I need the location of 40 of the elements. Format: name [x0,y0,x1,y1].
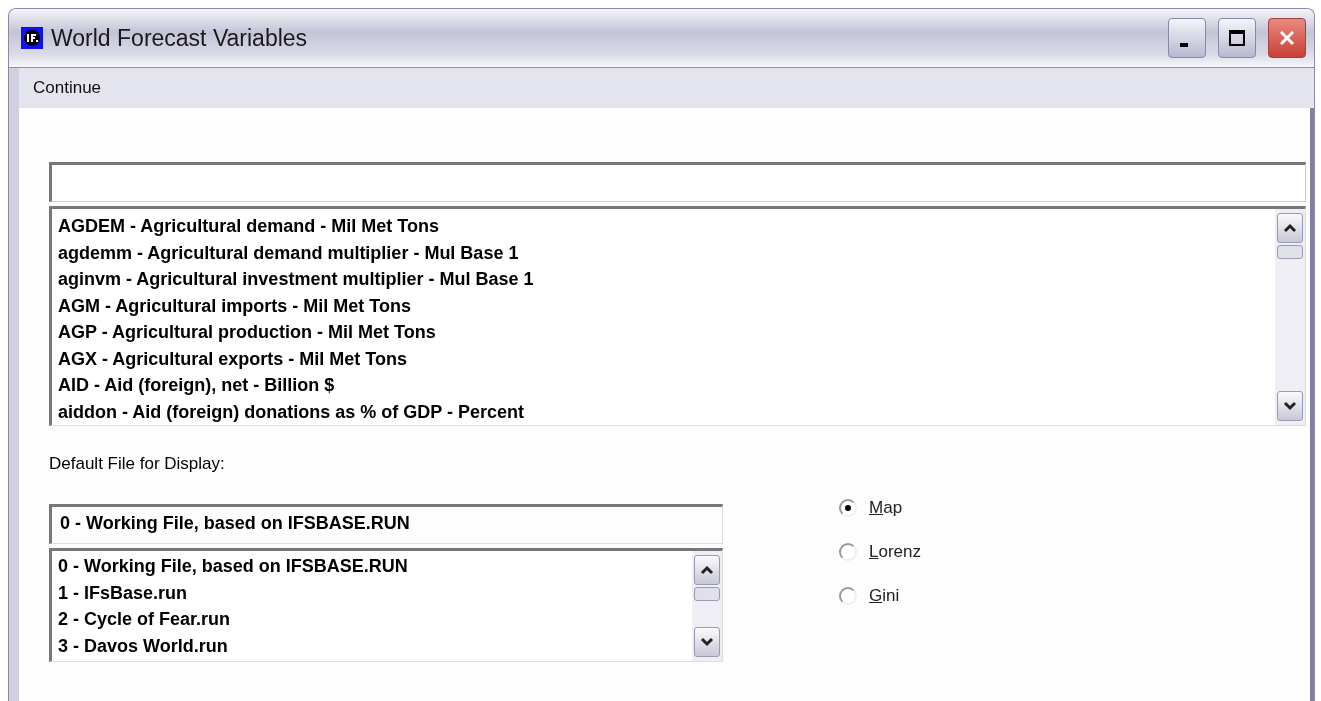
field-label: Default File for Display: [49,454,226,475]
menu-item[interactable]: Continue [33,78,102,98]
file-field[interactable]: 0 - Working File, based on IFSBASE.RUN [49,504,723,544]
minimize-button[interactable] [1168,18,1206,58]
down-caret-icon [1283,401,1297,411]
window-title: World Forecast Variables [51,24,308,52]
radio-button[interactable] [839,499,857,517]
scroll-up-button[interactable] [1277,213,1303,243]
radio-label[interactable]: Lorenz [869,542,921,562]
list-item[interactable]: AGP - Agricultural production - Mil Met Tons [58,319,1269,346]
up-caret-icon [1283,223,1297,233]
radio-button[interactable] [839,587,857,605]
up-caret-icon [700,565,714,575]
list-item[interactable]: 3 - Davos World.run [58,632,686,659]
radio-button[interactable] [839,543,857,561]
maximize-button[interactable] [1218,18,1256,58]
list-item[interactable]: AGM - Agricultural imports - Mil Met Tons [58,292,1269,319]
radio-label[interactable]: Gini [869,586,900,606]
app-icon [21,27,43,49]
radio-label[interactable]: Map [869,498,903,518]
scroll-down-button[interactable] [694,627,720,657]
down-caret-icon [700,637,714,647]
search-field[interactable] [49,162,1306,202]
list-item[interactable]: AGX - Agricultural exports - Mil Met Tons [58,345,1269,372]
list-item[interactable]: aginvm - Agricultural investment multiplier - Mul Base 1 [58,266,1269,293]
list-item[interactable]: aiddon - Aid (foreign) donations as % of GDP - Percent [58,398,1269,425]
scroll-down-button[interactable] [1277,391,1303,421]
scroll-up-button[interactable] [694,555,720,585]
list-item[interactable]: AID - Aid (foreign), net - Billion $ [58,372,1269,399]
list-item[interactable]: agdemm - Agricultural demand multiplier - Mul Base 1 [58,239,1269,266]
scroll-thumb[interactable] [1277,245,1303,259]
maximize-icon [1228,29,1246,47]
minimize-icon [1180,43,1188,47]
list-item[interactable]: 0 - Working File, based on IFSBASE.RUN [58,553,686,580]
close-button[interactable] [1268,18,1306,58]
list-item[interactable]: 1 - IFsBase.run [58,579,686,606]
list-item[interactable]: 2 - Cycle of Fear.run [58,606,686,633]
list-item[interactable]: AGDEM - Agricultural demand - Mil Met Tons [58,213,1269,240]
scroll-thumb[interactable] [694,587,720,601]
close-icon [1278,29,1296,47]
